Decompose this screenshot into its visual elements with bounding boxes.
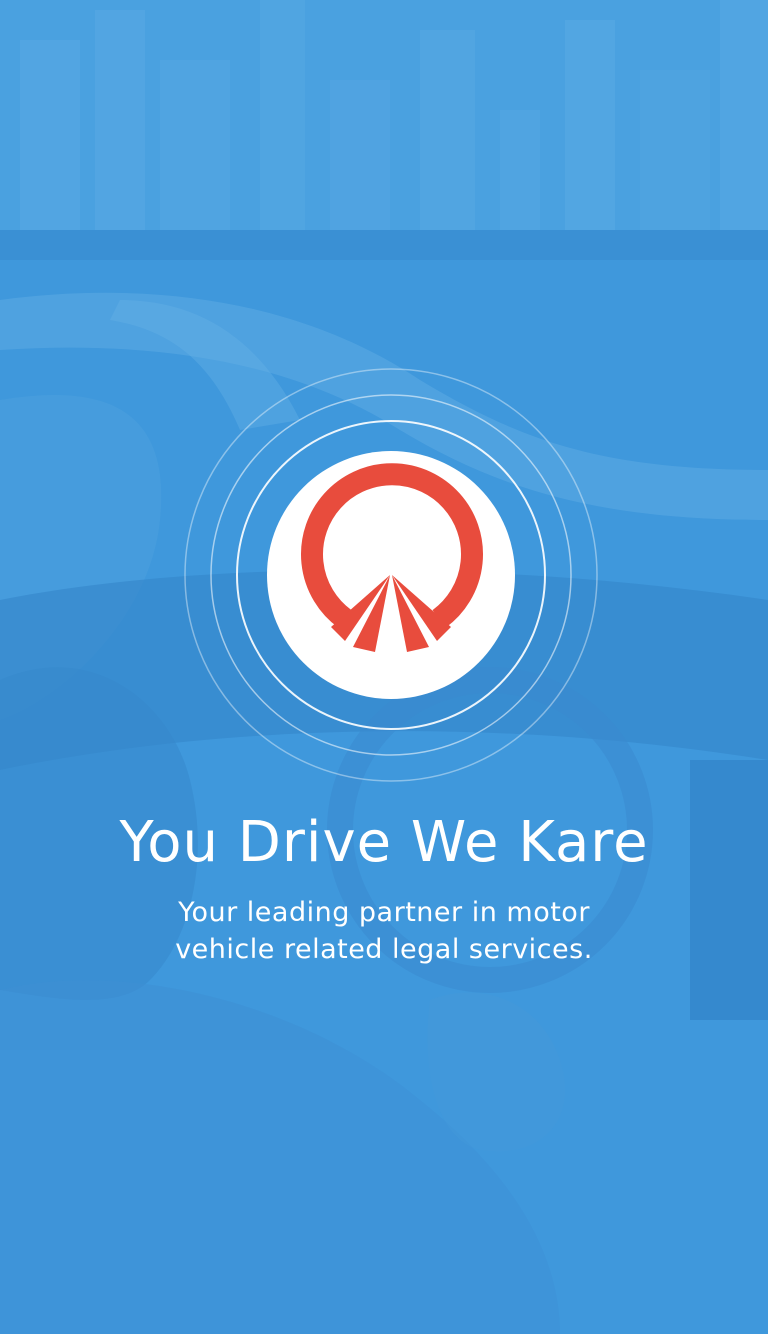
tagline-line-1: Your leading partner in motor bbox=[178, 897, 590, 928]
splash-tagline: Your leading partner in motor vehicle re… bbox=[100, 894, 668, 968]
tagline-line-2: vehicle related legal services. bbox=[175, 934, 593, 965]
splash-screen: You Drive We Kare Your leading partner i… bbox=[0, 0, 768, 1334]
splash-headline: You Drive We Kare bbox=[119, 810, 649, 875]
logo bbox=[267, 451, 515, 699]
steering-road-logo-icon bbox=[301, 463, 483, 652]
